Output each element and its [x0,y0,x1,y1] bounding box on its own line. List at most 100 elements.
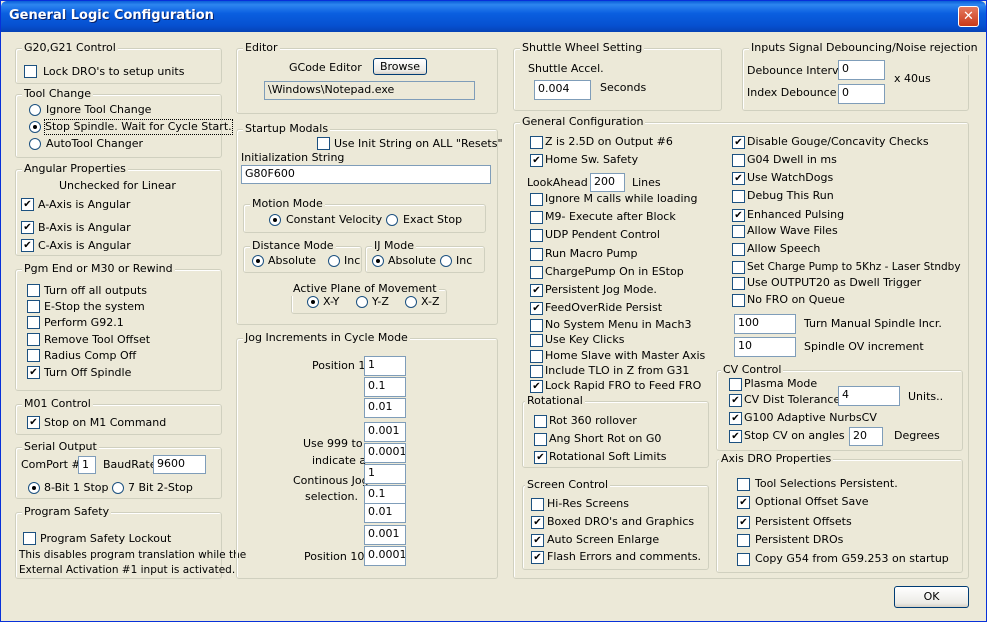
jog-increment-field[interactable]: 0.001 [364,525,406,545]
checkbox[interactable] [534,433,547,446]
cv-angle-field[interactable]: 20 [849,427,883,446]
checkbox[interactable] [530,229,543,242]
radio-button[interactable] [328,255,340,267]
index-debounce-field[interactable]: 0 [838,84,885,104]
checkbox[interactable]: ✔ [27,416,40,429]
ok-button[interactable]: OK [894,586,969,608]
shuttle-accel-field[interactable]: 0.004 [534,80,591,100]
checkbox[interactable] [737,534,750,547]
checkbox[interactable] [732,261,745,274]
checkbox[interactable]: ✔ [27,366,40,379]
checkbox[interactable] [737,553,750,566]
checkbox[interactable]: ✔ [732,209,745,222]
editor-path-field[interactable]: \Windows\Notepad.exe [264,81,475,100]
checkbox[interactable]: ✔ [531,551,544,564]
checkbox[interactable]: ✔ [530,302,543,315]
checkbox[interactable] [732,225,745,238]
radio-button[interactable] [269,214,281,226]
checkbox[interactable]: ✔ [530,154,543,167]
spindle-incr-field[interactable]: 100 [734,314,796,334]
checkbox[interactable] [732,294,745,307]
cv-dist-field[interactable]: 4 [838,386,900,406]
checkbox-label: Include TLO in Z from G31 [545,364,690,377]
checkbox[interactable]: ✔ [729,430,742,443]
checkbox[interactable]: ✔ [530,284,543,297]
comport-field[interactable]: 1 [78,456,96,474]
checkbox[interactable] [317,137,330,150]
radio-button[interactable] [112,482,124,494]
checkbox[interactable]: ✔ [737,516,750,529]
checkbox[interactable]: ✔ [21,198,34,211]
checkbox[interactable]: ✔ [531,516,544,529]
jog-increment-field[interactable]: 0.01 [364,503,406,523]
checkbox[interactable] [732,154,745,167]
lookahead-field[interactable]: 200 [590,173,625,192]
group-title: Screen Control [525,478,611,492]
checkbox[interactable] [732,277,745,290]
jog-increment-field[interactable]: 0.0001 [364,443,406,463]
checkbox[interactable] [729,378,742,391]
checkbox[interactable] [23,532,36,545]
checkbox[interactable] [530,319,543,332]
checkbox[interactable] [732,243,745,256]
checkbox[interactable] [530,334,543,347]
radio-button[interactable] [356,296,368,308]
checkbox[interactable]: ✔ [737,496,750,509]
checkbox[interactable]: ✔ [534,451,547,464]
title-bar[interactable]: General Logic Configuration ✕ [1,1,986,32]
checkbox[interactable]: ✔ [732,136,745,149]
checkbox[interactable]: ✔ [21,239,34,252]
spindle-ov-field[interactable]: 10 [734,337,796,357]
init-string-field[interactable]: G80F600 [241,165,491,184]
checkbox[interactable] [27,284,40,297]
checkbox[interactable] [530,248,543,261]
group-title: Distance Mode [250,239,336,253]
checkbox[interactable]: ✔ [531,534,544,547]
jog-increment-field[interactable]: 0.0001 [364,546,406,566]
checkbox[interactable] [530,365,543,378]
checkbox-label: Ang Short Rot on G0 [549,432,662,445]
radio-button[interactable] [29,104,41,116]
checkbox[interactable] [27,300,40,313]
checkbox[interactable] [27,316,40,329]
radio-button[interactable] [405,296,417,308]
checkbox-label: G100 Adaptive NurbsCV [744,411,877,424]
close-button[interactable]: ✕ [958,6,979,27]
radio-button[interactable] [372,255,384,267]
radio-button[interactable] [440,255,452,267]
radio-button[interactable] [28,482,40,494]
checkbox[interactable]: ✔ [21,221,34,234]
checkbox[interactable] [732,190,745,203]
checkbox[interactable] [530,136,543,149]
radio-button[interactable] [29,138,41,150]
radio-button[interactable] [252,255,264,267]
checkbox[interactable] [534,415,547,428]
radio-button[interactable] [386,214,398,226]
checkbox[interactable] [531,498,544,511]
checkbox[interactable] [27,349,40,362]
checkbox[interactable]: ✔ [729,412,742,425]
jog-increment-field[interactable]: 0.01 [364,398,406,418]
jog-increment-field[interactable]: 0.001 [364,422,406,442]
jog-increment-field[interactable]: 1 [364,356,406,376]
checkbox[interactable]: ✔ [732,172,745,185]
checkbox[interactable] [24,65,37,78]
checkbox[interactable] [530,193,543,206]
checkbox[interactable] [27,333,40,346]
checkbox-label: G04 Dwell in ms [747,153,837,166]
radio-button[interactable] [307,296,319,308]
debounce-interval-field[interactable]: 0 [838,60,885,80]
browse-button[interactable]: Browse [373,58,427,75]
checkbox[interactable]: ✔ [530,380,543,393]
jog-increment-field[interactable]: 0.1 [364,485,406,505]
checkbox[interactable] [530,211,543,224]
jog-increment-field[interactable]: 0.1 [364,377,406,397]
group-m01-control: M01 Control ✔ Stop on M1 Command [15,397,222,435]
jog-increment-field[interactable]: 1 [364,464,406,484]
baud-field[interactable]: 9600 [153,455,206,474]
checkbox[interactable] [530,266,543,279]
checkbox[interactable] [737,478,750,491]
checkbox[interactable] [530,350,543,363]
checkbox[interactable]: ✔ [729,394,742,407]
radio-button[interactable] [29,121,41,133]
